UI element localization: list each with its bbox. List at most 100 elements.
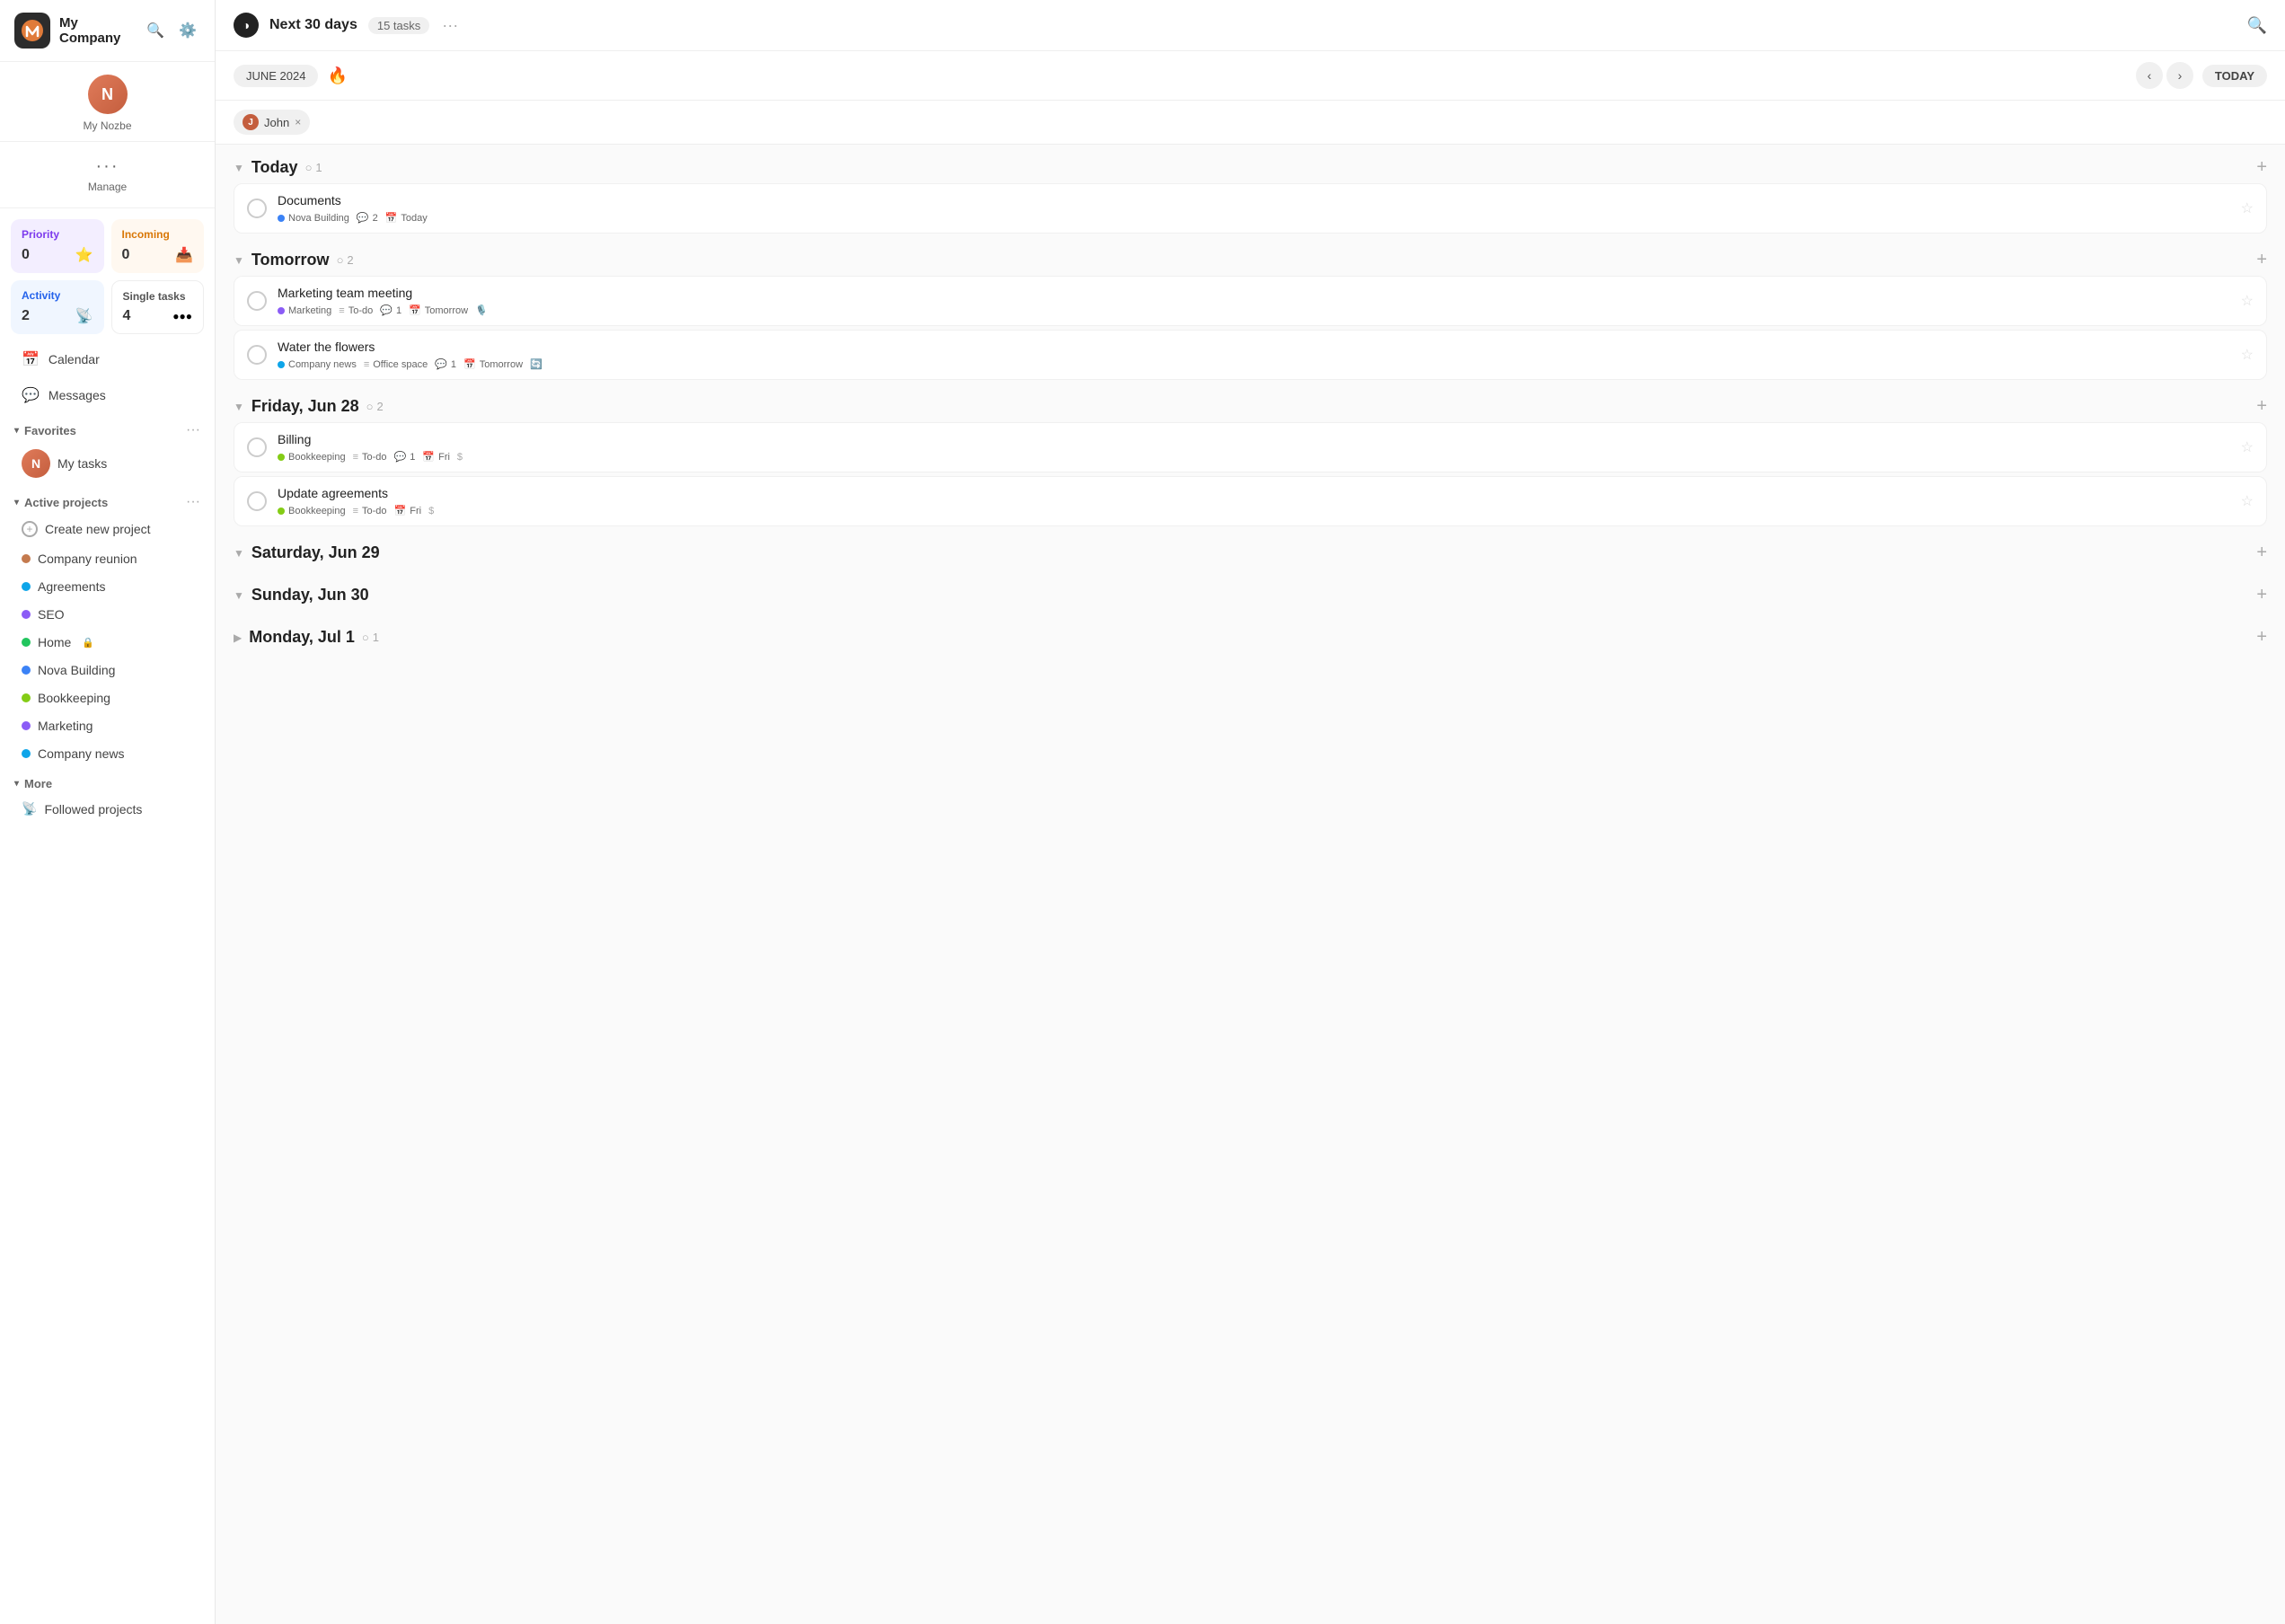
active-projects-more-button[interactable]: ··· <box>186 494 200 510</box>
single-tasks-label: Single tasks <box>123 290 193 303</box>
add-task-button[interactable]: + <box>2256 157 2267 178</box>
next-arrow[interactable]: › <box>2166 62 2193 89</box>
my-tasks-avatar: N <box>22 449 50 478</box>
day-header-1[interactable]: ▼Tomorrow○ 2+ <box>234 237 2267 276</box>
settings-button[interactable]: ⚙️ <box>175 18 200 43</box>
manage-button[interactable]: ··· Manage <box>79 151 136 199</box>
day-chevron[interactable]: ▼ <box>234 547 244 560</box>
day-chevron[interactable]: ▼ <box>234 589 244 602</box>
task-row[interactable]: Update agreementsBookkeeping≡To-do📅Fri$☆ <box>234 476 2267 526</box>
sidebar-item-my-tasks[interactable]: N My tasks <box>7 443 207 484</box>
task-star-button[interactable]: ☆ <box>2241 346 2254 364</box>
add-task-button[interactable]: + <box>2256 396 2267 417</box>
remove-filter-button[interactable]: × <box>295 116 301 128</box>
search-button[interactable]: 🔍 <box>143 18 168 43</box>
task-row[interactable]: DocumentsNova Building💬2📅Today☆ <box>234 183 2267 234</box>
task-row[interactable]: Water the flowersCompany news≡Office spa… <box>234 330 2267 380</box>
month-selector[interactable]: JUNE 2024 <box>234 65 318 87</box>
project-color-dot <box>278 361 285 368</box>
day-header-3[interactable]: ▼Saturday, Jun 29+ <box>234 530 2267 569</box>
task-star-button[interactable]: ☆ <box>2241 292 2254 310</box>
incoming-card[interactable]: Incoming 0 📥 <box>111 219 205 273</box>
avatar[interactable]: N <box>88 75 128 114</box>
task-meta-item: ≡To-do <box>353 506 387 516</box>
task-checkbox[interactable] <box>247 491 267 511</box>
add-task-button[interactable]: + <box>2256 250 2267 270</box>
sidebar-project-home[interactable]: Home🔒 <box>7 629 207 656</box>
task-meta-item: $ <box>428 506 434 516</box>
task-meta-item: ≡Office space <box>364 359 428 370</box>
messages-nav[interactable]: 💬 Messages <box>7 378 207 412</box>
day-count: ○ 1 <box>362 631 379 644</box>
sidebar-project-agreements[interactable]: Agreements <box>7 573 207 600</box>
day-header-4[interactable]: ▼Sunday, Jun 30+ <box>234 572 2267 611</box>
create-project-item[interactable]: + Create new project <box>7 515 207 543</box>
task-project-name: Bookkeeping <box>288 506 346 516</box>
sidebar-header: My Company 🔍 ⚙️ <box>0 0 215 62</box>
day-section-5: ▶Monday, Jul 1○ 1+ <box>234 614 2267 653</box>
today-button[interactable]: TODAY <box>2202 65 2267 87</box>
priority-card[interactable]: Priority 0 ⭐ <box>11 219 104 273</box>
task-star-button[interactable]: ☆ <box>2241 492 2254 510</box>
day-chevron[interactable]: ▼ <box>234 254 244 267</box>
task-star-button[interactable]: ☆ <box>2241 199 2254 217</box>
add-task-button[interactable]: + <box>2256 585 2267 605</box>
task-project-name: Marketing <box>288 305 331 316</box>
more-label: More <box>24 777 52 790</box>
sidebar-project-company-reunion[interactable]: Company reunion <box>7 545 207 572</box>
task-checkbox[interactable] <box>247 437 267 457</box>
user-filter-tag[interactable]: J John × <box>234 110 310 135</box>
task-checkbox[interactable] <box>247 199 267 218</box>
calendar-nav[interactable]: 📅 Calendar <box>7 342 207 376</box>
favorites-chevron[interactable]: ▾ <box>14 426 19 436</box>
sidebar-project-marketing[interactable]: Marketing <box>7 712 207 739</box>
meta-icon: 📅 <box>422 451 435 463</box>
messages-icon: 💬 <box>22 386 40 404</box>
manage-label: Manage <box>88 181 127 193</box>
task-star-button[interactable]: ☆ <box>2241 438 2254 456</box>
sidebar-project-seo[interactable]: SEO <box>7 601 207 628</box>
day-section-3: ▼Saturday, Jun 29+ <box>234 530 2267 569</box>
toolbar: JUNE 2024 🔥 ‹ › TODAY <box>216 51 2285 101</box>
task-row[interactable]: Marketing team meetingMarketing≡To-do💬1📅… <box>234 276 2267 326</box>
task-checkbox[interactable] <box>247 291 267 311</box>
favorites-more-button[interactable]: ··· <box>186 422 200 438</box>
activity-count: 2 <box>22 308 30 324</box>
filter-bar: J John × <box>216 101 2285 145</box>
task-row[interactable]: BillingBookkeeping≡To-do💬1📅Fri$☆ <box>234 422 2267 472</box>
day-chevron[interactable]: ▼ <box>234 162 244 174</box>
more-chevron[interactable]: ▾ <box>14 779 19 789</box>
day-header-5[interactable]: ▶Monday, Jul 1○ 1+ <box>234 614 2267 653</box>
sidebar-project-bookkeeping[interactable]: Bookkeeping <box>7 684 207 711</box>
day-header-2[interactable]: ▼Friday, Jun 28○ 2+ <box>234 384 2267 422</box>
header-more-button[interactable]: ··· <box>442 16 458 35</box>
day-chevron[interactable]: ▼ <box>234 401 244 413</box>
active-projects-chevron[interactable]: ▾ <box>14 498 19 508</box>
sidebar-project-nova-building[interactable]: Nova Building <box>7 657 207 684</box>
add-task-button[interactable]: + <box>2256 543 2267 563</box>
task-checkbox[interactable] <box>247 345 267 365</box>
main-header: ◑ Next 30 days 15 tasks ··· 🔍 <box>216 0 2285 51</box>
task-meta-item: 📅Tomorrow <box>463 358 523 370</box>
prev-arrow[interactable]: ‹ <box>2136 62 2163 89</box>
sidebar-project-company-news[interactable]: Company news <box>7 740 207 767</box>
day-count: ○ 1 <box>305 161 322 174</box>
task-project-tag: Bookkeeping <box>278 452 346 463</box>
single-tasks-card[interactable]: Single tasks 4 ●●● <box>111 280 205 334</box>
day-chevron[interactable]: ▶ <box>234 631 242 644</box>
meta-icon: ≡ <box>353 506 358 516</box>
priority-count: 0 <box>22 247 30 263</box>
favorites-label: Favorites <box>24 424 76 437</box>
meta-icon: ≡ <box>339 305 344 316</box>
header-search-button[interactable]: 🔍 <box>2247 16 2267 35</box>
active-projects-section: ▾ Active projects ··· <box>0 485 215 514</box>
task-meta-item: 📅Fri <box>422 451 450 463</box>
activity-card[interactable]: Activity 2 📡 <box>11 280 104 334</box>
add-task-button[interactable]: + <box>2256 627 2267 648</box>
user-name: My Nozbe <box>83 119 131 132</box>
day-header-0[interactable]: ▼Today○ 1+ <box>234 145 2267 183</box>
day-title: Friday, Jun 28 <box>251 397 359 416</box>
followed-projects-item[interactable]: 📡 Followed projects <box>7 795 207 823</box>
task-meta-item: 💬1 <box>380 304 401 316</box>
flame-icon[interactable]: 🔥 <box>327 66 347 85</box>
